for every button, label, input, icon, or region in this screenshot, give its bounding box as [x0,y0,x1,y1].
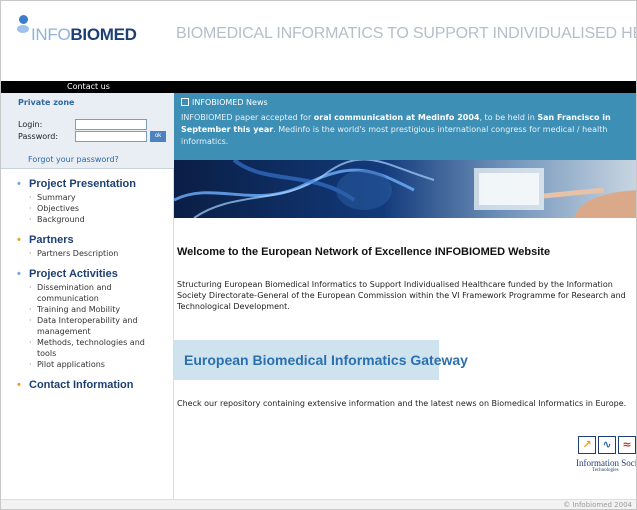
password-label: Password: [18,132,59,141]
nav-item-methods[interactable]: · Methods, technologies and tools [1,337,166,359]
ist-logo[interactable]: ↗ ∿ ≈ Information Society Technologies [576,436,637,484]
logo-text-bold: BIOMED [70,25,137,44]
logo-text-light: INFO [31,25,71,44]
nav-item-background[interactable]: · Background [1,214,174,225]
nav-item-data-interoperability[interactable]: · Data Interoperability and management [1,315,166,337]
header: INFOBIOMED BIOMEDICAL INFORMATICS TO SUP… [1,1,636,81]
news-title-text: INFOBIOMED News [192,98,268,107]
login-input[interactable] [75,119,147,130]
page-frame: INFOBIOMED BIOMEDICAL INFORMATICS TO SUP… [0,0,637,510]
nav-partners[interactable]: • Partners [1,233,174,248]
nav-item-objectives[interactable]: · Objectives [1,203,174,214]
copyright-text: © Infobiomed 2004 [563,501,632,509]
dot-icon: · [29,305,32,314]
ist-arrow-icon: ↗ [578,436,596,454]
nav-item-label: Training and Mobility [37,305,121,314]
nav-item-summary[interactable]: · Summary [1,192,174,203]
nav-section-label: Contact Information [29,379,134,391]
dot-icon: · [29,215,32,224]
nav-item-label: Objectives [37,204,80,213]
logo-dot-icon [19,15,28,24]
news-text: INFOBIOMED paper accepted for oral commu… [181,112,633,148]
dot-icon: · [29,283,32,292]
login-submit-button[interactable]: ok [150,131,166,142]
left-sidebar: Private zone Login: Password: ok Forgot … [1,93,174,499]
nav-section-label: Partners [29,234,74,246]
private-zone-panel: Private zone Login: Password: ok Forgot … [1,93,174,169]
nav-item-pilot-applications[interactable]: · Pilot applications [1,359,174,370]
nav-section-label: Project Activities [29,268,118,280]
ist-sublabel: Technologies [592,468,619,473]
dot-icon: · [29,338,32,347]
dot-icon: · [29,316,32,325]
nav-project-presentation[interactable]: • Project Presentation [1,177,174,192]
password-input[interactable] [75,131,147,142]
sidebar-nav: • Project Presentation · Summary · Objectiv… [1,177,174,393]
welcome-title: Welcome to the European Network of Excel… [177,246,551,258]
news-icon [181,98,189,106]
nav-item-label: Methods, technologies and tools [37,338,145,358]
nav-item-label: Background [37,215,85,224]
dot-icon: · [29,249,32,258]
logo-swoosh-icon [17,25,29,33]
ist-logo-boxes: ↗ ∿ ≈ [578,436,636,458]
news-box: INFOBIOMED News INFOBIOMED paper accepte… [174,93,636,160]
header-banner-image [174,160,636,218]
gateway-label: European Biomedical Informatics Gateway [184,352,468,368]
gateway-banner[interactable]: European Biomedical Informatics Gateway [174,340,468,380]
intro-text: Structuring European Biomedical Informat… [177,280,626,311]
bullet-icon: • [17,234,21,246]
banner-graphic [174,160,636,218]
nav-item-label: Data Interoperability and management [37,316,138,336]
news-text-part: , to be held in [479,113,538,122]
nav-item-label: Dissemination and communication [37,283,112,303]
dot-icon: · [29,204,32,213]
nav-item-dissemination[interactable]: · Dissemination and communication [1,282,136,304]
nav-item-training[interactable]: · Training and Mobility [1,304,174,315]
repository-text: Check our repository containing extensiv… [177,399,627,408]
nav-item-label: Partners Description [37,249,119,258]
ist-label: Information Society [576,458,637,468]
main-content: INFOBIOMED News INFOBIOMED paper accepte… [174,93,637,499]
forgot-password-link[interactable]: Forgot your password? [28,155,119,164]
bullet-icon: • [17,379,21,391]
contact-us-link[interactable]: Contact us [67,81,110,93]
top-menu-bar: Contact us [1,81,636,93]
bullet-icon: • [17,268,21,280]
login-label: Login: [18,120,43,129]
nav-item-label: Pilot applications [37,360,105,369]
nav-item-label: Summary [37,193,76,202]
nav-contact-information[interactable]: • Contact Information [1,378,174,393]
nav-project-activities[interactable]: • Project Activities [1,267,174,282]
dot-icon: · [29,193,32,202]
ist-wave-icon: ∿ [598,436,616,454]
site-tagline: BIOMEDICAL INFORMATICS TO SUPPORT INDIVI… [176,25,636,42]
news-text-part: INFOBIOMED paper accepted for [181,113,314,122]
footer: © Infobiomed 2004 [1,499,636,509]
news-highlight: oral communication at Medinfo 2004 [313,113,480,122]
nav-section-label: Project Presentation [29,178,136,190]
nav-item-partners-description[interactable]: · Partners Description [1,248,174,259]
ist-equals-icon: ≈ [618,436,636,454]
news-title: INFOBIOMED News [181,98,268,107]
logo-text: INFOBIOMED [31,25,137,45]
bullet-icon: • [17,178,21,190]
infobiomed-logo[interactable]: INFOBIOMED [15,9,165,59]
private-zone-title: Private zone [18,98,75,107]
dot-icon: · [29,360,32,369]
